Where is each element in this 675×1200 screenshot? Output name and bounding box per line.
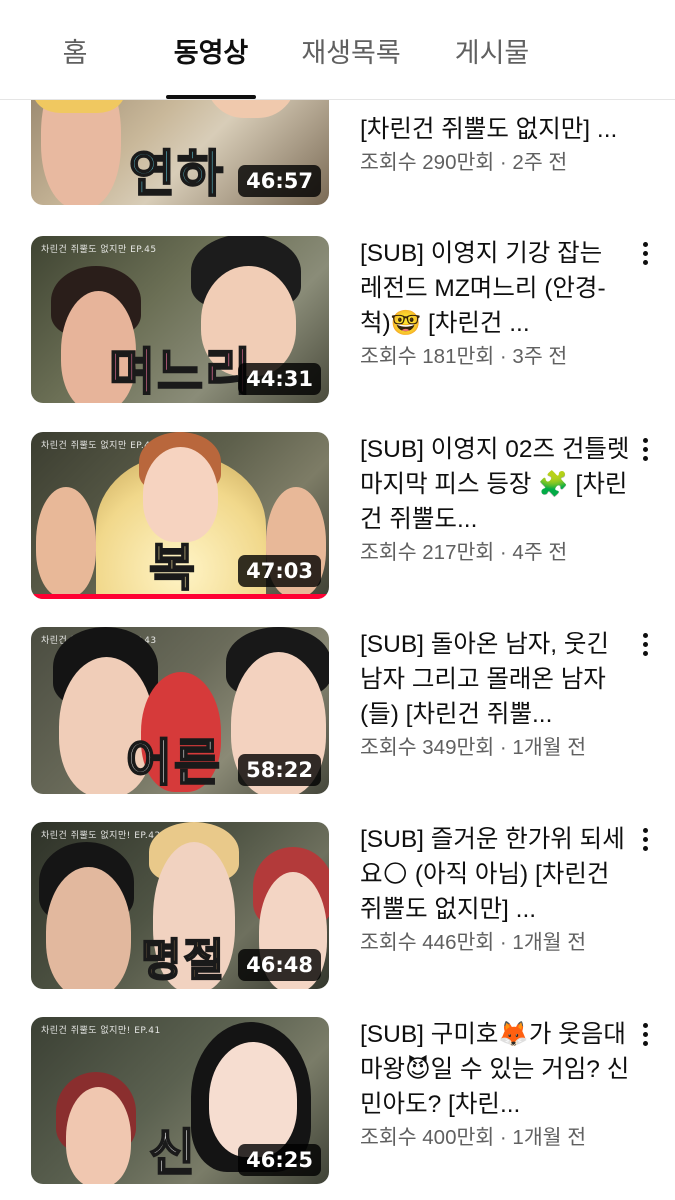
video-title[interactable]: [차린건 쥐뿔도 없지만] ... xyxy=(360,112,630,147)
duration-badge: 58:22 xyxy=(238,753,321,786)
video-item[interactable]: 차린건 쥐뿔도 없지만 EP.44 복 47:03 [SUB] 이영지 02즈 … xyxy=(0,432,675,602)
video-title[interactable]: [SUB] 구미호🦊가 웃음대마왕😈일 수 있는 거임? 신민아도? [차린..… xyxy=(360,1017,630,1122)
thumbnail-episode-label: 차린건 쥐뿔도 없지만! EP.42 xyxy=(41,831,161,841)
thumbnail-person xyxy=(209,1042,297,1157)
video-thumbnail[interactable]: 차린건 쥐뿔도 없지만 EP.44 복 47:03 xyxy=(31,432,329,599)
duration-badge: 46:57 xyxy=(238,164,321,197)
video-meta: 조회수 181만회 · 3주 전 xyxy=(360,345,568,368)
channel-videos-screen: 연하 46:57 [차린건 쥐뿔도 없지만] ... 조회수 290만회 · 2… xyxy=(0,0,675,1200)
video-thumbnail[interactable]: 차린건 쥐뿔도 없지만 EP.45 며느리 44:31 xyxy=(31,236,329,403)
thumbnail-episode-label: 차린건 쥐뿔도 없지만! EP.41 xyxy=(41,1026,161,1036)
tab-home[interactable]: 홈 xyxy=(40,0,110,100)
video-meta: 조회수 290만회 · 2주 전 xyxy=(360,151,568,174)
duration-badge: 47:03 xyxy=(238,554,321,587)
video-info: [SUB] 이영지 기강 잡는 레전드 MZ며느리 (안경-척)🤓 [차린건 .… xyxy=(360,236,630,371)
video-item[interactable]: 차린건 쥐뿔도 없지만 EP.45 며느리 44:31 [SUB] 이영지 기강… xyxy=(0,236,675,406)
video-meta: 조회수 217만회 · 4주 전 xyxy=(360,541,568,564)
thumbnail-person xyxy=(36,487,96,597)
video-meta: 조회수 400만회 · 1개월 전 xyxy=(360,1126,587,1149)
thumbnail-title: 연하 xyxy=(128,144,225,203)
video-info: [SUB] 구미호🦊가 웃음대마왕😈일 수 있는 거임? 신민아도? [차린..… xyxy=(360,1017,630,1152)
thumbnail-title: 신 xyxy=(148,1123,197,1182)
video-info: [SUB] 돌아온 남자, 웃긴 남자 그리고 몰래온 남자(들) [차린건 쥐… xyxy=(360,627,630,762)
video-title[interactable]: [SUB] 즐거운 한가위 되세요🌕 (아직 아님) [차린건 쥐뿔도 없지만]… xyxy=(360,822,630,927)
watch-progress-bar xyxy=(31,594,329,599)
more-options-icon[interactable] xyxy=(630,824,660,854)
more-options-icon[interactable] xyxy=(630,629,660,659)
thumbnail-person xyxy=(143,447,218,542)
video-info: [SUB] 이영지 02즈 건틀렛 마지막 피스 등장 🧩 [차린건 쥐뿔도..… xyxy=(360,432,630,567)
duration-badge: 46:48 xyxy=(238,948,321,981)
video-item[interactable]: 차린건 쥐뿔도 없지만! EP.42 명절 46:48 [SUB] 즐거운 한가… xyxy=(0,822,675,992)
video-title[interactable]: [SUB] 이영지 기강 잡는 레전드 MZ며느리 (안경-척)🤓 [차린건 .… xyxy=(360,236,630,341)
thumbnail-episode-label: 차린건 쥐뿔도 없지만 EP.45 xyxy=(41,245,157,255)
video-thumbnail[interactable]: 차린건 쥐뿔도 없지만! EP.41 신 46:25 xyxy=(31,1017,329,1184)
video-info: [SUB] 즐거운 한가위 되세요🌕 (아직 아님) [차린건 쥐뿔도 없지만]… xyxy=(360,822,630,957)
tab-videos[interactable]: 동영상 xyxy=(156,0,266,100)
video-title[interactable]: [SUB] 이영지 02즈 건틀렛 마지막 피스 등장 🧩 [차린건 쥐뿔도..… xyxy=(360,432,630,537)
video-meta: 조회수 446만회 · 1개월 전 xyxy=(360,931,587,954)
video-info: [차린건 쥐뿔도 없지만] ... 조회수 290만회 · 2주 전 xyxy=(360,112,630,177)
more-options-icon[interactable] xyxy=(630,238,660,268)
active-tab-indicator xyxy=(166,95,256,99)
video-meta: 조회수 349만회 · 1개월 전 xyxy=(360,736,587,759)
thumbnail-title: 어른 xyxy=(125,733,222,792)
duration-badge: 46:25 xyxy=(238,1143,321,1176)
channel-tab-bar: 홈 동영상 재생목록 게시물 xyxy=(0,0,675,100)
thumbnail-title: 명절 xyxy=(140,935,226,986)
duration-badge: 44:31 xyxy=(238,362,321,395)
video-item[interactable]: 차린건 쥐뿔도 없지만! EP.41 신 46:25 [SUB] 구미호🦊가 웃… xyxy=(0,1017,675,1187)
thumbnail-person xyxy=(66,1087,131,1184)
thumbnail-person xyxy=(46,867,131,989)
video-thumbnail[interactable]: 차린건 쥐뿔도 없지만 EP.43 어른 58:22 xyxy=(31,627,329,794)
more-options-icon[interactable] xyxy=(630,1019,660,1049)
more-options-icon[interactable] xyxy=(630,434,660,464)
video-item[interactable]: 차린건 쥐뿔도 없지만 EP.43 어른 58:22 [SUB] 돌아온 남자,… xyxy=(0,627,675,797)
thumbnail-title: 복 xyxy=(148,538,197,597)
video-title[interactable]: [SUB] 돌아온 남자, 웃긴 남자 그리고 몰래온 남자(들) [차린건 쥐… xyxy=(360,627,630,732)
thumbnail-title: 며느리 xyxy=(108,342,253,401)
tab-playlists[interactable]: 재생목록 xyxy=(290,0,412,100)
thumbnail-episode-label: 차린건 쥐뿔도 없지만 EP.44 xyxy=(41,441,157,451)
tab-posts[interactable]: 게시물 xyxy=(440,0,544,100)
video-thumbnail[interactable]: 차린건 쥐뿔도 없지만! EP.42 명절 46:48 xyxy=(31,822,329,989)
